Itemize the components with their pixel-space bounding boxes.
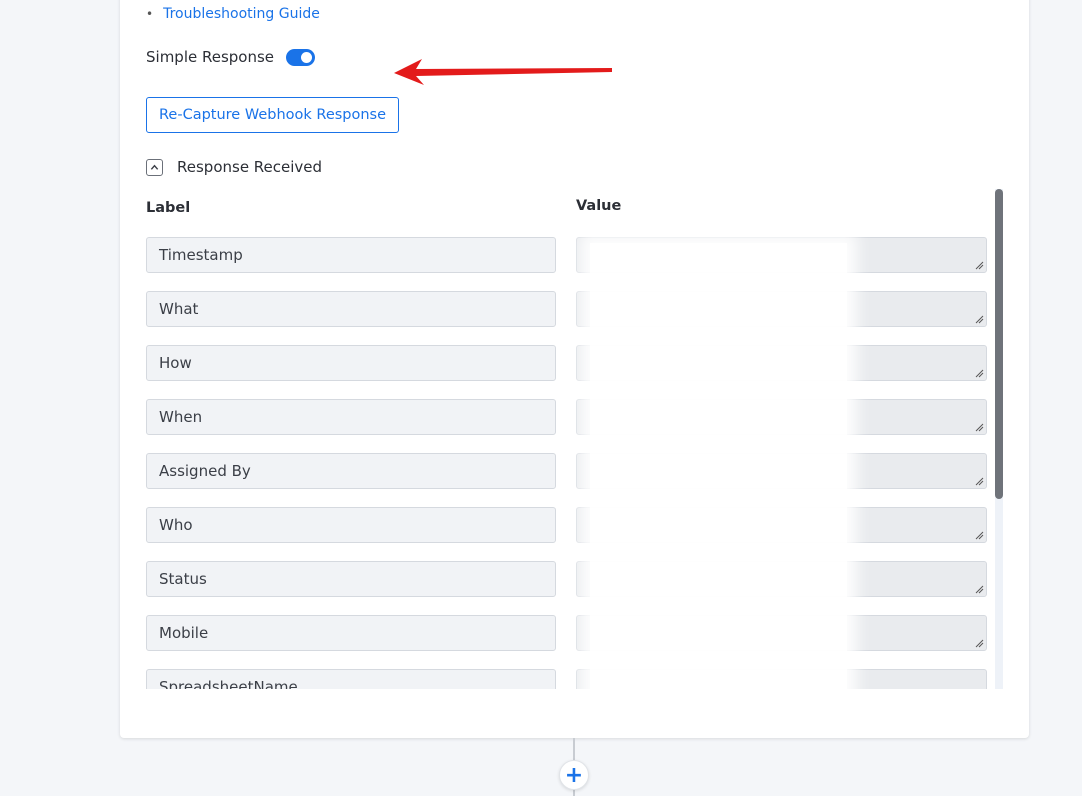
chevron-up-icon bbox=[150, 164, 159, 170]
recapture-webhook-response-button[interactable]: Re-Capture Webhook Response bbox=[146, 97, 400, 133]
label-field[interactable]: Status bbox=[146, 561, 556, 597]
label-field[interactable]: What bbox=[146, 291, 556, 327]
resize-handle-icon[interactable] bbox=[974, 314, 984, 324]
help-link-item: • Troubleshooting Guide bbox=[146, 6, 320, 22]
simple-response-row: Simple Response bbox=[146, 48, 316, 66]
label-field[interactable]: How bbox=[146, 345, 556, 381]
help-links: • Troubleshooting Guide bbox=[146, 6, 320, 22]
value-column-header: Value bbox=[576, 198, 622, 214]
resize-handle-icon[interactable] bbox=[974, 422, 984, 432]
response-row: Mobile bbox=[146, 614, 988, 651]
label-field[interactable]: Who bbox=[146, 507, 556, 543]
label-field[interactable]: When bbox=[146, 399, 556, 435]
response-received-header: Response Received bbox=[146, 158, 322, 176]
resize-handle-icon[interactable] bbox=[974, 530, 984, 540]
resize-handle-icon[interactable] bbox=[974, 260, 984, 270]
response-row: Assigned By bbox=[146, 452, 988, 489]
simple-response-toggle[interactable] bbox=[286, 48, 316, 66]
resize-handle-icon[interactable] bbox=[974, 368, 984, 378]
response-row: What bbox=[146, 290, 988, 327]
add-step-button[interactable]: + bbox=[559, 760, 589, 790]
response-row: When bbox=[146, 398, 988, 435]
toggle-knob bbox=[301, 51, 313, 63]
response-row: Who bbox=[146, 506, 988, 543]
label-field[interactable]: Timestamp bbox=[146, 237, 556, 273]
collapse-toggle-button[interactable] bbox=[146, 158, 163, 176]
resize-handle-icon[interactable] bbox=[974, 476, 984, 486]
label-field[interactable]: Assigned By bbox=[146, 453, 556, 489]
red-arrow-icon bbox=[394, 59, 612, 85]
resize-handle-icon[interactable] bbox=[974, 584, 984, 594]
label-field[interactable]: SpreadsheetName bbox=[146, 669, 556, 689]
response-row: Timestamp bbox=[146, 236, 988, 273]
scrollbar-thumb[interactable] bbox=[995, 189, 1003, 499]
label-column-header: Label bbox=[146, 200, 191, 216]
response-row: Status bbox=[146, 560, 988, 597]
response-received-title: Response Received bbox=[177, 158, 323, 176]
bullet-icon: • bbox=[146, 7, 154, 21]
redacted-values-blur bbox=[590, 243, 847, 718]
label-field[interactable]: Mobile bbox=[146, 615, 556, 651]
troubleshooting-guide-link[interactable]: Troubleshooting Guide bbox=[163, 6, 320, 22]
plus-icon: + bbox=[564, 762, 584, 788]
response-row: SpreadsheetName bbox=[146, 668, 988, 689]
resize-handle-icon[interactable] bbox=[974, 638, 984, 648]
simple-response-label: Simple Response bbox=[146, 48, 275, 66]
response-fields-list: Timestamp What How When Assigned By Who bbox=[146, 236, 988, 689]
response-row: How bbox=[146, 344, 988, 381]
